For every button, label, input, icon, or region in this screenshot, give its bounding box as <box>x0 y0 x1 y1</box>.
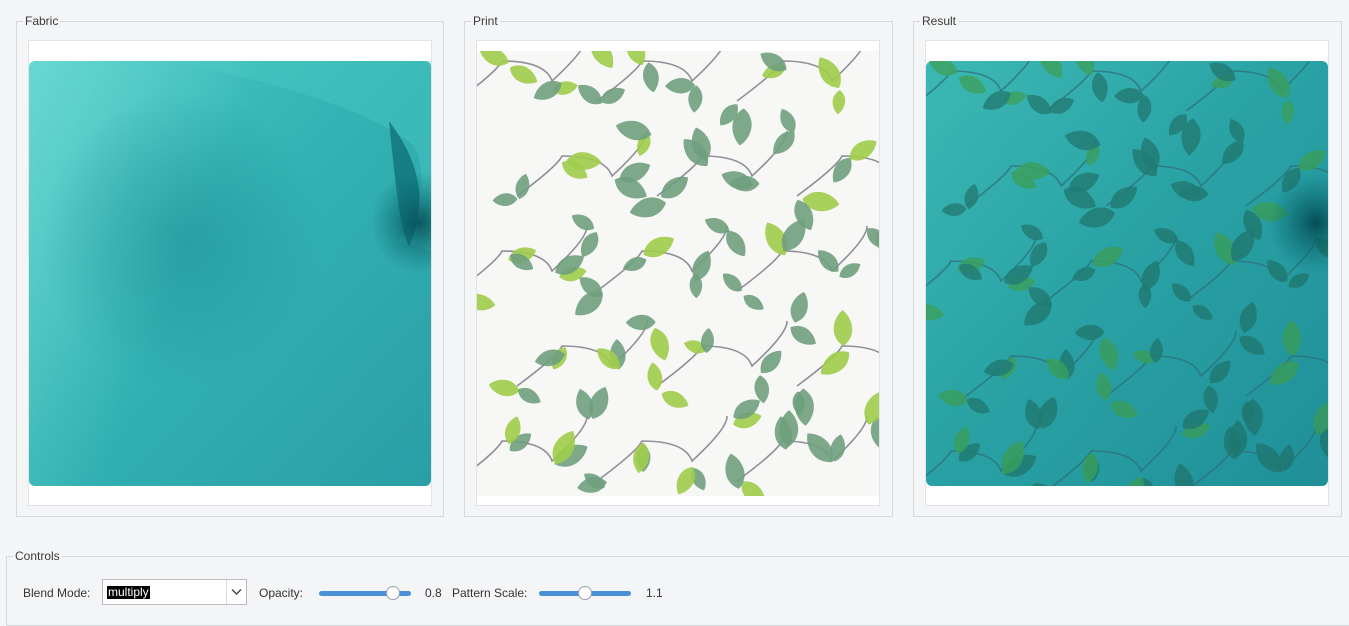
fabric-panel: Fabric <box>16 21 444 517</box>
pattern-scale-slider-thumb[interactable] <box>578 586 592 600</box>
result-canvas <box>925 40 1329 506</box>
result-panel: Result <box>913 21 1342 517</box>
pattern-scale-label: Pattern Scale: <box>452 585 527 601</box>
opacity-slider-thumb[interactable] <box>386 586 400 600</box>
opacity-slider[interactable] <box>319 586 411 602</box>
fabric-canvas <box>28 40 432 506</box>
pattern-scale-slider[interactable] <box>539 586 631 602</box>
opacity-value: 0.8 <box>425 585 442 601</box>
controls-panel: Controls Blend Mode: multiply Opacity: 0… <box>6 556 1349 626</box>
pattern-scale-value: 1.1 <box>646 585 663 601</box>
result-panel-title: Result <box>920 14 958 28</box>
blend-mode-value: multiply <box>107 586 150 599</box>
print-canvas <box>476 40 880 506</box>
fabric-image <box>29 61 431 486</box>
print-panel-title: Print <box>471 14 500 28</box>
result-image <box>926 61 1328 486</box>
blend-mode-label: Blend Mode: <box>23 585 90 601</box>
print-image <box>477 51 879 496</box>
blend-mode-select[interactable]: multiply <box>102 579 247 605</box>
opacity-label: Opacity: <box>259 585 303 601</box>
print-panel: Print <box>464 21 893 517</box>
controls-panel-title: Controls <box>13 549 62 563</box>
chevron-down-icon[interactable] <box>226 580 246 604</box>
fabric-panel-title: Fabric <box>23 14 60 28</box>
